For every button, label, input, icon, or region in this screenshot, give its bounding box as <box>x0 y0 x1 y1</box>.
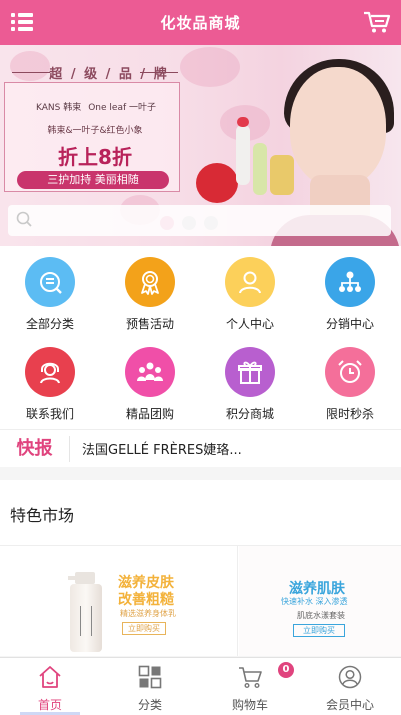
promo-headline: 滋养肌肤 <box>289 581 345 597</box>
blossom-decoration <box>180 47 240 87</box>
nav-group-buy[interactable]: 精品团购 <box>100 347 200 422</box>
app-header: 化妆品商城 <box>0 0 401 45</box>
buy-now-button[interactable]: 立即购买 <box>293 624 345 637</box>
category-list-icon <box>25 257 75 307</box>
nav-label: 分销中心 <box>325 317 374 331</box>
tab-home[interactable]: 首页 <box>0 658 100 715</box>
product-cap-red <box>237 117 249 127</box>
tab-label: 购物车 <box>231 698 268 712</box>
promo-subtitle: 快速补水 深入渗透 <box>281 597 348 606</box>
nav-label: 预售活动 <box>125 317 174 331</box>
news-ticker[interactable]: 快报 法国GELLÉ FRÈRES婕珞... <box>0 429 401 467</box>
bottom-tab-bar: 首页 分类 购物车 0 会员中心 <box>0 657 401 715</box>
banner-ribbon: 三护加持 美丽相随 <box>17 171 169 189</box>
section-title: 特色市场 <box>10 506 75 525</box>
product-card-lotion[interactable]: 滋养皮肤 改善粗糙 精选滋养身体乳 立即购买 <box>0 546 238 656</box>
banner-subtitle: 韩束&一叶子&红色小象 <box>47 126 143 136</box>
product-bottle-green <box>253 143 267 195</box>
featured-market-section: 特色市场 <box>0 480 401 546</box>
tab-member-center[interactable]: 会员中心 <box>300 658 400 715</box>
brand-oneleaf: One leaf 一叶子 <box>88 103 156 113</box>
nav-flash-sale[interactable]: 限时秒杀 <box>300 347 400 422</box>
list-menu-icon[interactable] <box>10 11 34 33</box>
banner-discount: 折上8折 <box>58 145 132 169</box>
nav-contact-us[interactable]: 联系我们 <box>0 347 100 422</box>
alarm-clock-icon <box>325 347 375 397</box>
cart-count-badge: 0 <box>278 662 294 678</box>
cart-icon <box>238 665 262 689</box>
home-icon <box>38 665 62 689</box>
gift-icon <box>225 347 275 397</box>
nav-label: 积分商城 <box>225 407 274 421</box>
model-face <box>290 67 386 187</box>
product-jar-red <box>196 163 238 203</box>
award-ribbon-icon <box>125 257 175 307</box>
promo-headline: 改善粗糙 <box>118 592 174 608</box>
product-bottle-white <box>236 125 250 185</box>
network-icon <box>325 257 375 307</box>
member-user-icon <box>338 665 362 689</box>
nav-label: 精品团购 <box>125 407 174 421</box>
nav-presale[interactable]: 预售活动 <box>100 257 200 332</box>
tab-label: 首页 <box>37 698 62 712</box>
product-bottle-gold <box>270 155 294 195</box>
headset-agent-icon <box>25 347 75 397</box>
nav-label: 个人中心 <box>225 317 274 331</box>
search-input[interactable] <box>40 213 370 228</box>
promo-subtitle-2: 肌底水漾套装 <box>297 611 345 620</box>
nav-points-mall[interactable]: 积分商城 <box>200 347 300 422</box>
banner-brands: KANS 韩束 One leaf 一叶子 <box>36 100 156 113</box>
news-tag: 快报 <box>0 435 70 462</box>
page-title: 化妆品商城 <box>160 14 241 32</box>
search-bar[interactable] <box>8 205 391 236</box>
featured-products: 滋养皮肤 改善粗糙 精选滋养身体乳 立即购买 滋养肌肤 快速补水 深入渗透 肌底… <box>0 546 401 656</box>
grid-category-icon <box>138 665 162 689</box>
news-text[interactable]: 法国GELLÉ FRÈRES婕珞... <box>70 439 242 458</box>
buy-now-button[interactable]: 立即购买 <box>122 622 166 635</box>
shopping-cart-icon[interactable] <box>363 10 391 34</box>
nav-grid: 全部分类 预售活动 个人中心 分销中心 联系我们 精品团购 积分商城 限时秒杀 <box>0 246 401 429</box>
nav-label: 联系我们 <box>25 407 74 421</box>
nav-distribution-center[interactable]: 分销中心 <box>300 257 400 332</box>
tab-label: 会员中心 <box>325 698 374 712</box>
nav-all-categories[interactable]: 全部分类 <box>0 257 100 332</box>
lotion-cap <box>75 572 95 584</box>
tab-category[interactable]: 分类 <box>100 658 200 715</box>
nav-personal-center[interactable]: 个人中心 <box>200 257 300 332</box>
nav-label: 限时秒杀 <box>325 407 374 421</box>
lotion-label <box>80 606 92 636</box>
product-card-hydration[interactable]: 滋养肌肤 快速补水 深入渗透 肌底水漾套装 立即购买 <box>239 546 401 656</box>
group-people-icon <box>125 347 175 397</box>
brand-kans: KANS 韩束 <box>36 103 82 113</box>
tab-label: 分类 <box>137 698 162 712</box>
user-icon <box>225 257 275 307</box>
search-icon <box>16 211 32 231</box>
promo-subtitle: 精选滋养身体乳 <box>120 609 176 618</box>
banner-tagline: 超 / 级 / 品 / 牌 <box>49 67 169 82</box>
nav-label: 全部分类 <box>25 317 74 331</box>
